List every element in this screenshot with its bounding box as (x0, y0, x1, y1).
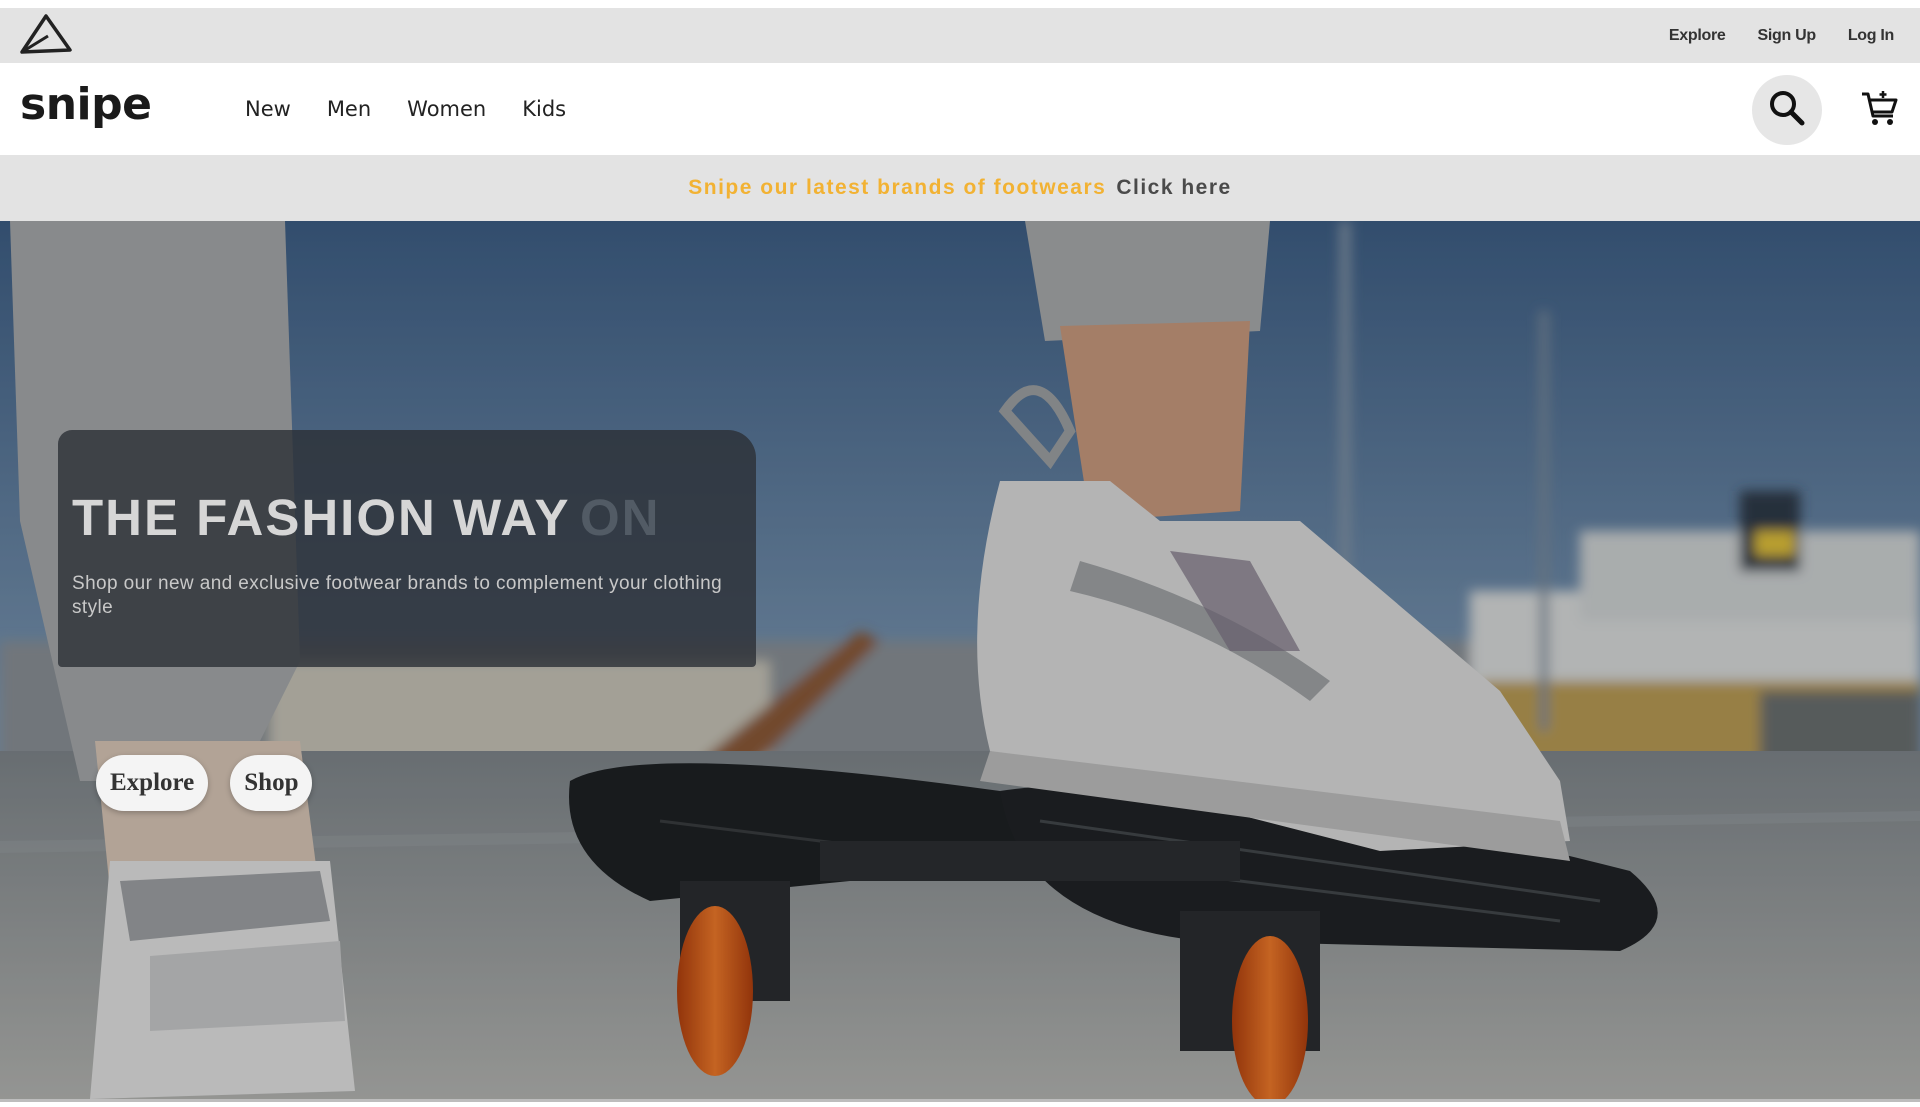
hero-title: THE FASHION WAY (72, 489, 571, 546)
utility-links: Explore Sign Up Log In (1669, 8, 1894, 63)
search-icon (1767, 88, 1807, 133)
explore-button[interactable]: Explore (96, 755, 209, 811)
hero-text-card: THE FASHION WAY ON Shop our new and excl… (58, 430, 756, 667)
promo-banner: Snipe our latest brands of footwears Cli… (0, 155, 1920, 221)
hero-subtitle: Shop our new and exclusive footwear bran… (72, 573, 723, 618)
cart-button[interactable] (1855, 85, 1905, 135)
hero-section: THE FASHION WAY ON Shop our new and excl… (0, 221, 1920, 1099)
utility-bar: Explore Sign Up Log In (0, 8, 1920, 63)
nav-link-men[interactable]: Men (327, 97, 371, 121)
promo-click-here-link[interactable]: Click here (1116, 176, 1231, 200)
triangle-logo-icon[interactable] (18, 12, 74, 56)
shop-button[interactable]: Shop (230, 755, 313, 811)
main-nav: snipe New Men Women Kids (0, 63, 1920, 155)
cart-icon (1860, 88, 1900, 133)
hero-buttons: Explore Shop (96, 755, 313, 811)
promo-text: Snipe our latest brands of footwears (688, 176, 1107, 199)
utility-link-sign-up[interactable]: Sign Up (1757, 27, 1816, 45)
nav-link-kids[interactable]: Kids (522, 97, 566, 121)
utility-link-log-in[interactable]: Log In (1848, 27, 1894, 45)
nav-link-women[interactable]: Women (407, 97, 486, 121)
search-button[interactable] (1752, 75, 1822, 145)
brand-logo[interactable]: snipe (20, 79, 152, 130)
top-strip (0, 0, 1920, 8)
utility-link-explore[interactable]: Explore (1669, 27, 1726, 45)
category-nav: New Men Women Kids (245, 63, 566, 155)
nav-link-new[interactable]: New (245, 97, 291, 121)
hero-title-ghost: ON (580, 489, 661, 546)
bottom-divider (0, 1099, 1920, 1107)
